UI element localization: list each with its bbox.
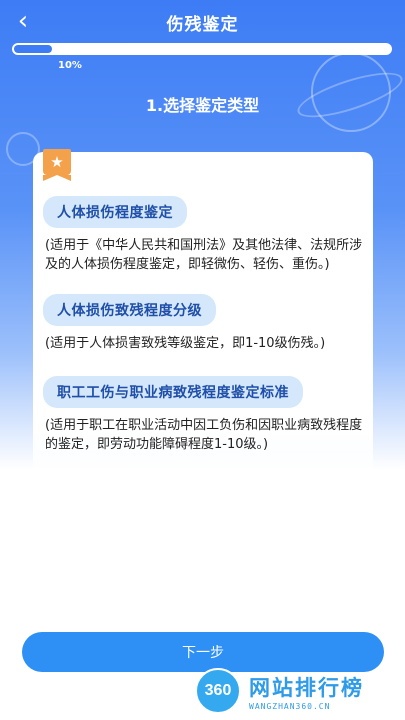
step-title: 1.选择鉴定类型 bbox=[145, 96, 260, 115]
option-label[interactable]: 人体损伤程度鉴定 bbox=[43, 196, 187, 228]
option-description: (适用于人体损害致残等级鉴定，即1-10级伤残。) bbox=[45, 336, 326, 351]
progress-bar bbox=[12, 43, 392, 55]
page-title: 伤残鉴定 bbox=[166, 14, 239, 35]
star-icon: ★ bbox=[43, 149, 71, 181]
option-label[interactable]: 职工工伤与职业病致残程度鉴定标准 bbox=[43, 376, 303, 408]
progress-label: 10% bbox=[58, 60, 82, 71]
option-label[interactable]: 人体损伤致残程度分级 bbox=[43, 294, 216, 326]
option-item[interactable]: 职工工伤与职业病致残程度鉴定标准 (适用于职工在职业活动中因工负伤和因职业病致残… bbox=[43, 376, 367, 454]
selection-card: ★ 人体损伤程度鉴定 (适用于《中华人民共和国刑法》及其他法律、法规所涉及的人体… bbox=[33, 149, 373, 482]
watermark-text-block: 网站排行榜 WANGZHAN360.CN bbox=[249, 672, 364, 711]
watermark-text: 网站排行榜 bbox=[249, 675, 364, 700]
watermark-url: WANGZHAN360.CN bbox=[249, 701, 331, 711]
top-bar: ‹ 伤残鉴定 bbox=[0, 0, 405, 44]
progress-fill bbox=[14, 45, 52, 53]
option-item[interactable]: 人体损伤程度鉴定 (适用于《中华人民共和国刑法》及其他法律、法规所涉及的人体损伤… bbox=[43, 196, 367, 274]
option-description: (适用于职工在职业活动中因工负伤和因职业病致残程度的鉴定，即劳动功能障碍程度1-… bbox=[45, 418, 363, 452]
option-description: (适用于《中华人民共和国刑法》及其他法律、法规所涉及的人体损伤程度鉴定，即轻微伤… bbox=[45, 238, 363, 272]
chevron-left-icon[interactable]: ‹ bbox=[8, 6, 38, 36]
watermark: 360 网站排行榜 WANGZHAN360.CN bbox=[195, 662, 405, 720]
watermark-logo: 360 bbox=[195, 668, 241, 714]
option-item[interactable]: 人体损伤致残程度分级 (适用于人体损害致残等级鉴定，即1-10级伤残。) bbox=[43, 294, 367, 353]
